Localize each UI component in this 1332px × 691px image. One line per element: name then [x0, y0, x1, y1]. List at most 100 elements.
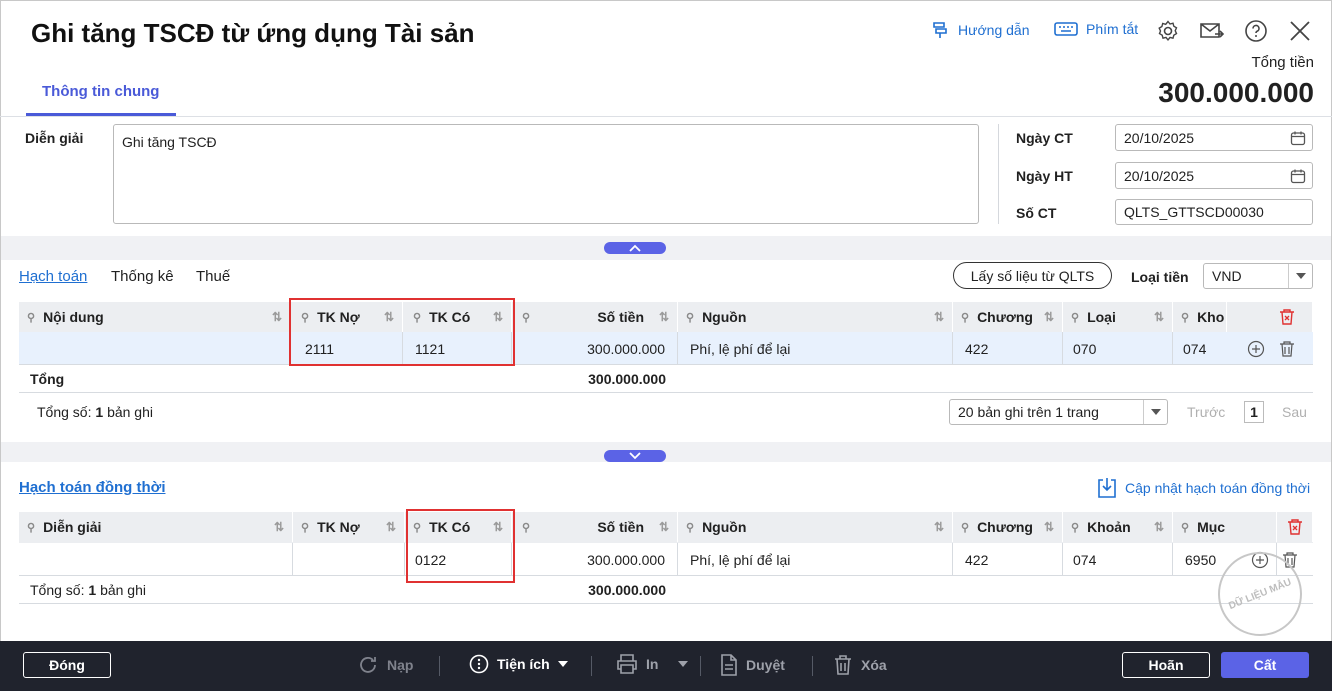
reload-button[interactable]: Nạp [357, 654, 413, 676]
so-ct-field[interactable]: QLTS_GTTSCD00030 [1115, 199, 1313, 225]
delete-all-icon[interactable] [1277, 512, 1313, 542]
calendar-icon[interactable] [1290, 130, 1306, 146]
col-noi-dung[interactable]: ⚲ Nội dung ⇅ [19, 302, 291, 332]
pin-icon[interactable]: ⚲ [686, 311, 694, 324]
col-khoan[interactable]: ⚲ Khoản ⇅ [1063, 512, 1173, 542]
sort-icon[interactable]: ⇅ [934, 310, 944, 324]
total-row-label: Tổng [30, 371, 65, 387]
close-button[interactable]: Đóng [23, 652, 111, 678]
help-icon[interactable] [1243, 18, 1269, 44]
cell-chuong[interactable]: 422 [953, 332, 1063, 365]
shortcut-link[interactable]: Phím tắt [1054, 20, 1138, 38]
sort-icon[interactable]: ⇅ [1154, 310, 1164, 324]
col-kho[interactable]: ⚲ Kho [1173, 302, 1227, 332]
pin-icon[interactable]: ⚲ [27, 521, 35, 534]
close-icon[interactable] [1287, 18, 1313, 44]
tab-thue[interactable]: Thuế [196, 268, 230, 285]
table-row[interactable]: 2111 1121 300.000.000 Phí, lệ phí để lại… [19, 332, 1313, 365]
sort-icon[interactable]: ⇅ [272, 310, 282, 324]
col-nguon[interactable]: ⚲ Nguồn ⇅ [678, 512, 953, 542]
total-row-value: 300.000.000 [588, 371, 666, 387]
guide-link[interactable]: Hướng dẫn [930, 20, 1029, 40]
pin-icon[interactable]: ⚲ [522, 521, 530, 534]
tab-divider [0, 116, 1332, 117]
save-button[interactable]: Cất [1221, 652, 1309, 678]
delete-button[interactable]: Xóa [833, 654, 887, 676]
simul-grid-header: ⚲ Diễn giải ⇅ ⚲ TK Nợ ⇅ ⚲ TK Có ⇅ ⚲ Số tiền ⇅ ⚲ N… [19, 512, 1313, 543]
date-ct-value: 20/10/2025 [1124, 129, 1195, 146]
cell-chuong[interactable]: 422 [953, 543, 1063, 576]
cell-nguon[interactable]: Phí, lệ phí để lại [678, 332, 953, 365]
utilities-menu[interactable]: Tiện ích [469, 654, 568, 674]
col-muc[interactable]: ⚲ Mục [1173, 512, 1277, 542]
pin-icon[interactable]: ⚲ [27, 311, 35, 324]
cell-dien-giai[interactable] [19, 543, 293, 576]
simul-title-link[interactable]: Hạch toán đồng thời [19, 479, 165, 496]
page-number[interactable]: 1 [1244, 401, 1264, 423]
tab-thong-ke[interactable]: Thống kê [111, 268, 174, 285]
date-ht-field[interactable]: 20/10/2025 [1115, 162, 1313, 189]
approve-button[interactable]: Duyệt [720, 654, 785, 676]
description-textarea[interactable]: Ghi tăng TSCĐ [113, 124, 979, 224]
sort-icon[interactable]: ⇅ [659, 520, 669, 534]
date-ct-field[interactable]: 20/10/2025 [1115, 124, 1313, 151]
fetch-qlts-button[interactable]: Lấy số liệu từ QLTS [953, 262, 1112, 289]
send-mail-icon[interactable] [1199, 18, 1225, 44]
sort-icon[interactable]: ⇅ [274, 520, 284, 534]
pin-icon[interactable]: ⚲ [1181, 311, 1189, 324]
dropdown-arrow-icon[interactable] [1143, 400, 1167, 424]
pin-icon[interactable]: ⚲ [686, 521, 694, 534]
collapse-toggle[interactable] [604, 242, 666, 254]
calendar-icon[interactable] [1290, 168, 1306, 184]
settings-gear-icon[interactable] [1155, 18, 1181, 44]
postpone-button[interactable]: Hoãn [1122, 652, 1210, 678]
col-tk-no[interactable]: ⚲ TK Nợ ⇅ [293, 512, 405, 542]
currency-value: VND [1212, 268, 1242, 284]
pin-icon[interactable]: ⚲ [301, 521, 309, 534]
col-so-tien[interactable]: ⚲ Số tiền ⇅ [512, 302, 678, 332]
pin-icon[interactable]: ⚲ [961, 521, 969, 534]
tab-general-info[interactable]: Thông tin chung [26, 70, 176, 116]
print-button[interactable]: In [616, 654, 689, 674]
pin-icon[interactable]: ⚲ [1181, 521, 1189, 534]
cell-nguon[interactable]: Phí, lệ phí để lại [678, 543, 953, 576]
sort-icon[interactable]: ⇅ [1044, 520, 1054, 534]
sort-icon[interactable]: ⇅ [1154, 520, 1164, 534]
add-row-icon[interactable] [1247, 332, 1269, 365]
pin-icon[interactable]: ⚲ [522, 311, 530, 324]
col-loai[interactable]: ⚲ Loại ⇅ [1063, 302, 1173, 332]
cell-kho[interactable]: 074 [1173, 332, 1227, 365]
pin-icon[interactable]: ⚲ [1071, 521, 1079, 534]
delete-row-icon[interactable] [1278, 332, 1300, 365]
col-nguon[interactable]: ⚲ Nguồn ⇅ [678, 302, 953, 332]
printer-icon [617, 654, 637, 674]
next-page[interactable]: Sau [1282, 404, 1307, 420]
update-simul-link[interactable]: Cập nhật hạch toán đồng thời [1097, 477, 1310, 499]
sort-icon[interactable]: ⇅ [659, 310, 669, 324]
table-row[interactable]: 0122 300.000.000 Phí, lệ phí để lại 422 … [19, 543, 1313, 576]
col-so-tien[interactable]: ⚲ Số tiền ⇅ [512, 512, 678, 542]
pin-icon[interactable]: ⚲ [961, 311, 969, 324]
cell-so-tien[interactable]: 300.000.000 [512, 543, 678, 576]
cell-khoan[interactable]: 074 [1063, 543, 1173, 576]
col-chuong[interactable]: ⚲ Chương ⇅ [953, 512, 1063, 542]
expand-toggle[interactable] [604, 450, 666, 462]
currency-select[interactable]: VND [1203, 263, 1313, 289]
page-size-select[interactable]: 20 bản ghi trên 1 trang [949, 399, 1168, 425]
sort-icon[interactable]: ⇅ [1044, 310, 1054, 324]
col-chuong[interactable]: ⚲ Chương ⇅ [953, 302, 1063, 332]
cell-noi-dung[interactable] [19, 332, 291, 365]
tab-hach-toan[interactable]: Hạch toán [19, 268, 87, 285]
sort-icon[interactable]: ⇅ [934, 520, 944, 534]
cell-loai[interactable]: 070 [1063, 332, 1173, 365]
chevron-down-icon [629, 452, 641, 460]
cell-tk-no[interactable] [293, 543, 405, 576]
cell-so-tien[interactable]: 300.000.000 [512, 332, 678, 365]
delete-all-icon[interactable] [1227, 302, 1313, 332]
col-dien-giai[interactable]: ⚲ Diễn giải ⇅ [19, 512, 293, 542]
dropdown-arrow-icon[interactable] [1288, 264, 1312, 288]
prev-page[interactable]: Trước [1187, 404, 1225, 420]
caret-down-icon [678, 661, 689, 667]
pin-icon[interactable]: ⚲ [1071, 311, 1079, 324]
sort-icon[interactable]: ⇅ [386, 520, 396, 534]
